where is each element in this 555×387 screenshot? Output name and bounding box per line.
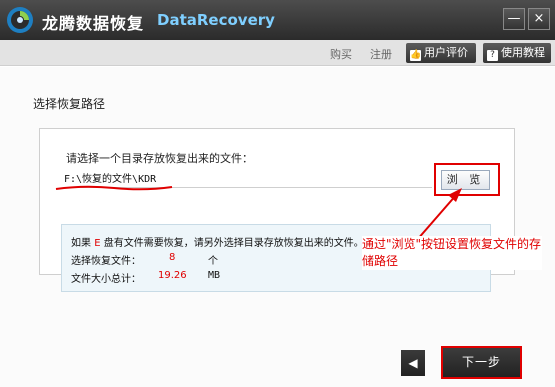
user-review-button[interactable]: 👍 用户评价: [406, 43, 476, 63]
file-size-unit: MB: [208, 270, 221, 281]
app-title: 龙腾数据恢复: [42, 14, 145, 33]
red-underline-annotation: [55, 185, 173, 191]
toolbar: 购买 注册 👍 用户评价 ? 使用教程: [0, 40, 555, 66]
path-prompt: 请选择一个目录存放恢复出来的文件：: [66, 152, 253, 165]
next-button[interactable]: 下一步: [441, 346, 522, 379]
file-count-unit: 个: [208, 256, 218, 267]
annotation-callout: 通过"浏览"按钮设置恢复文件的存储路径: [362, 236, 542, 270]
minimize-button[interactable]: —: [503, 8, 525, 30]
tutorial-button[interactable]: ? 使用教程: [483, 43, 551, 63]
info-warning: 如果 E 盘有文件需要恢复，请另外选择目录存放恢复出来的文件。: [71, 234, 364, 249]
drive-letter: E: [94, 238, 101, 249]
info-warning-suffix: 盘有文件需要恢复，请另外选择目录存放恢复出来的文件。: [103, 238, 364, 249]
app-logo-icon: [7, 7, 33, 33]
close-button[interactable]: ×: [528, 8, 550, 30]
register-link[interactable]: 注册: [370, 46, 392, 62]
file-count-value: 8: [169, 252, 176, 263]
app-subtitle: DataRecovery: [157, 11, 275, 29]
browse-button[interactable]: 浏 览: [441, 170, 490, 190]
file-size-value: 19.26: [158, 270, 187, 281]
title-bar: 龙腾数据恢复 DataRecovery — ×: [0, 0, 555, 40]
buy-link[interactable]: 购买: [330, 46, 352, 62]
back-button[interactable]: ◀: [401, 350, 425, 376]
tutorial-label: 使用教程: [501, 46, 545, 59]
file-count-label: 选择恢复文件：: [71, 256, 141, 267]
help-icon: ?: [487, 50, 498, 61]
user-review-label: 用户评价: [424, 46, 468, 59]
info-warning-prefix: 如果: [71, 238, 91, 249]
page-title: 选择恢复路径: [33, 97, 106, 111]
thumbs-up-icon: 👍: [410, 50, 422, 61]
file-size-label: 文件大小总计：: [71, 274, 141, 285]
